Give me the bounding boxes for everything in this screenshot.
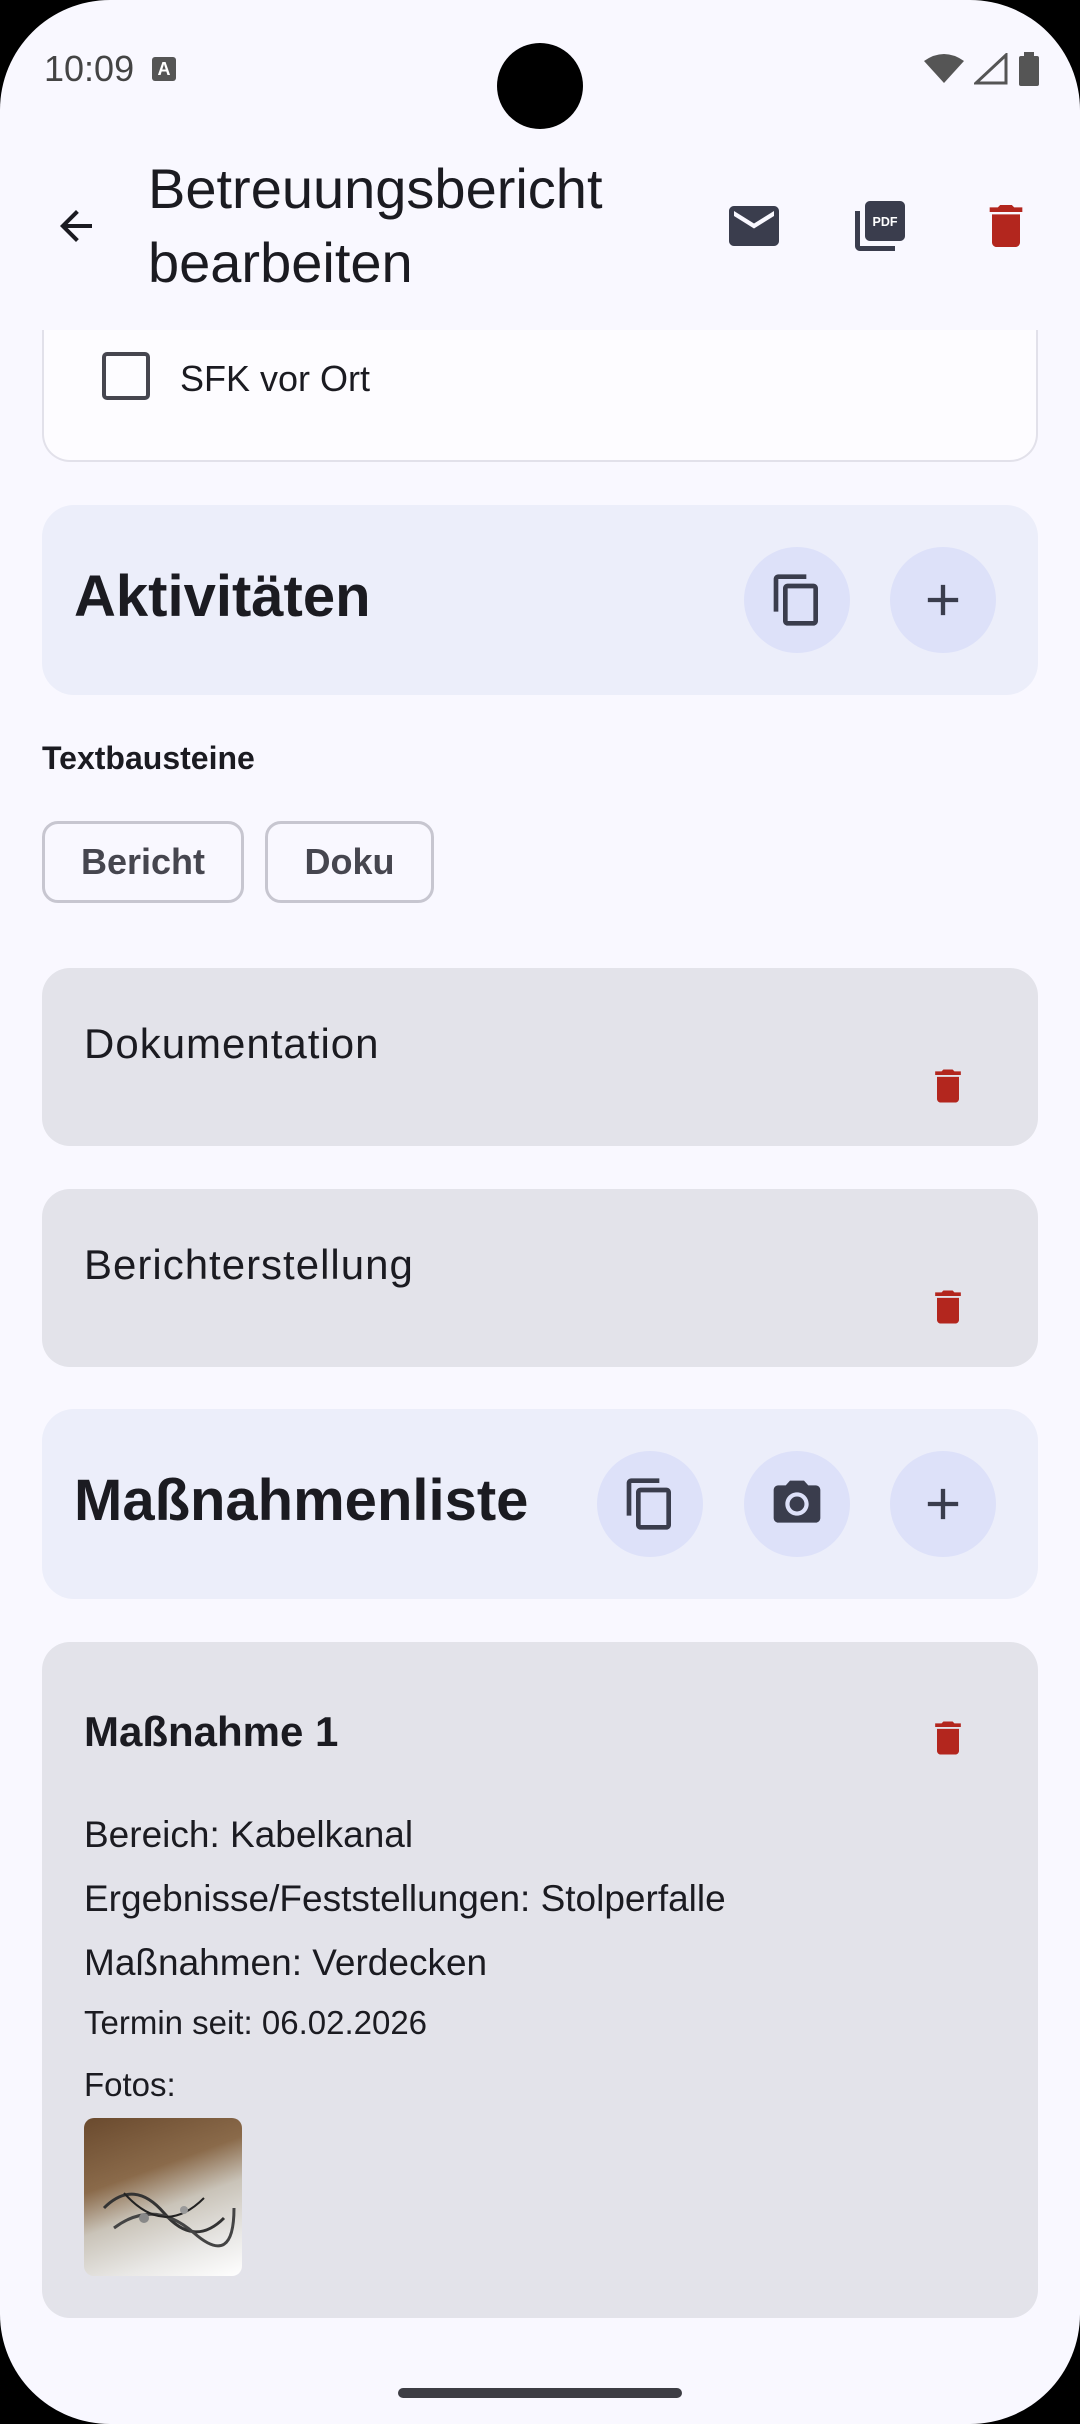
details-card: SFK vor Ort [42, 330, 1038, 462]
delete-icon [989, 205, 1023, 247]
status-icons [924, 52, 1040, 86]
activity-item-text: Berichterstellung [84, 1241, 414, 1288]
copy-icon [626, 1478, 671, 1530]
measure-fotos-label: Fotos: [84, 2066, 176, 2103]
measure-item-card[interactable]: Maßnahme 1 Bereich: Kabelkanal Ergebniss… [42, 1642, 1038, 2318]
back-button[interactable] [40, 190, 112, 262]
add-activity-button[interactable] [890, 547, 996, 653]
mail-icon [729, 206, 779, 246]
measures-header: Maßnahmenliste [42, 1409, 1038, 1599]
battery-icon [1019, 52, 1039, 86]
sfk-checkbox[interactable] [102, 352, 150, 400]
add-icon [927, 584, 959, 616]
page-title: Betreuungsbericht bearbeiten [148, 157, 603, 294]
measure-termin: Termin seit: 06.02.2026 [84, 2004, 428, 2041]
measure-title: Maßnahme 1 [84, 1708, 339, 1755]
add-icon [927, 1488, 959, 1520]
chip-bericht[interactable]: Bericht [42, 821, 244, 903]
copy-activities-button[interactable] [744, 547, 850, 653]
measure-massnahmen: Maßnahmen: Verdecken [84, 1942, 488, 1983]
accessibility-badge-icon: A [152, 57, 176, 81]
activities-header: Aktivitäten [42, 505, 1038, 695]
copy-icon [773, 574, 818, 626]
delete-icon [935, 1290, 961, 1324]
delete-measure-button[interactable] [918, 1708, 978, 1768]
activity-item-text: Dokumentation [84, 1020, 380, 1067]
home-indicator[interactable] [398, 2388, 682, 2398]
activity-item[interactable]: Dokumentation [42, 968, 1038, 1146]
chip-doku[interactable]: Doku [265, 821, 434, 903]
status-time: 10:09 [44, 48, 135, 89]
delete-activity-button[interactable] [918, 1056, 978, 1116]
app-screen: 10:09 A Betreuungsbericht bearbeiten PDF… [0, 0, 1080, 2424]
email-button[interactable] [718, 190, 790, 262]
copy-measures-button[interactable] [597, 1451, 703, 1557]
signal-icon [974, 53, 1008, 85]
svg-text:PDF: PDF [873, 215, 898, 229]
pdf-icon: PDF [855, 201, 905, 251]
wifi-icon [924, 54, 964, 83]
activities-title: Aktivitäten [74, 564, 371, 629]
camera-cutout [497, 43, 583, 129]
delete-icon [935, 1721, 961, 1755]
textbausteine-label: Textbausteine [42, 740, 255, 776]
add-measure-button[interactable] [890, 1451, 996, 1557]
sfk-checkbox-label: SFK vor Ort [180, 358, 371, 399]
delete-activity-button[interactable] [918, 1277, 978, 1337]
measure-bereich: Bereich: Kabelkanal [84, 1814, 414, 1855]
delete-icon [935, 1069, 961, 1103]
back-arrow-icon [60, 210, 92, 242]
pdf-export-button[interactable]: PDF [844, 190, 916, 262]
camera-icon [773, 1480, 821, 1523]
activity-item[interactable]: Berichterstellung [42, 1189, 1038, 1367]
measures-title: Maßnahmenliste [74, 1468, 529, 1533]
delete-report-button[interactable] [970, 190, 1042, 262]
measure-photo-thumbnail[interactable] [84, 2118, 242, 2276]
cable-photo-image [102, 2192, 236, 2248]
add-photo-button[interactable] [744, 1451, 850, 1557]
measure-ergebnisse: Ergebnisse/Feststellungen: Stolperfalle [84, 1878, 726, 1919]
